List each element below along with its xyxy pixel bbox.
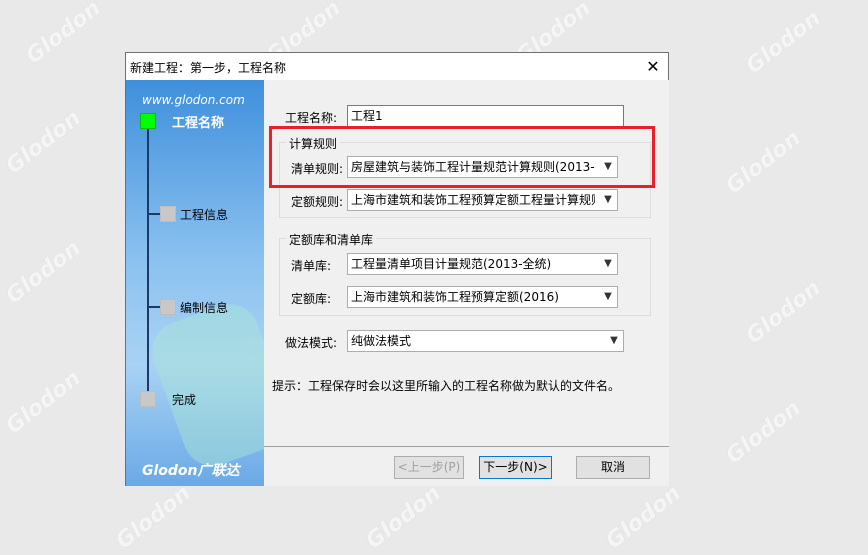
watermark: Glodon (21, 0, 106, 70)
list-lib-select[interactable]: 工程量清单项目计量规范(2013-全统) ▼ (347, 253, 618, 275)
mode-select[interactable]: 纯做法模式 ▼ (347, 330, 624, 352)
step-indicator-finish (140, 391, 156, 407)
quota-rules-select[interactable]: 上海市建筑和装饰工程预算定额工程量计算规则 ▼ (347, 189, 618, 211)
watermark: Glodon (1, 365, 86, 440)
mode-label: 做法模式: (285, 336, 338, 350)
step-connector (147, 117, 149, 397)
prev-button[interactable]: <上一步(P) (394, 456, 464, 479)
watermark: Glodon (741, 275, 826, 350)
new-project-dialog: 新建工程：第一步，工程名称 ✕ www.glodon.com 工程名称 工程信息… (125, 52, 669, 486)
title-bar[interactable]: 新建工程：第一步，工程名称 ✕ (126, 53, 668, 80)
step-connector (147, 306, 161, 308)
step-connector (147, 213, 161, 215)
quota-lib-select[interactable]: 上海市建筑和装饰工程预算定额(2016) ▼ (347, 286, 618, 308)
step-label-project-info: 工程信息 (180, 208, 229, 222)
chevron-down-icon[interactable]: ▼ (605, 331, 623, 351)
dialog-title: 新建工程：第一步，工程名称 (130, 61, 287, 75)
watermark: Glodon (361, 480, 446, 555)
site-url: www.glodon.com (142, 93, 245, 107)
chevron-down-icon[interactable]: ▼ (599, 287, 617, 307)
chevron-down-icon[interactable]: ▼ (599, 254, 617, 274)
brand-logo: Glodon广联达 (142, 463, 240, 479)
wizard-sidebar: www.glodon.com 工程名称 工程信息 编制信息 完成 Glodon广… (126, 80, 264, 486)
footer-divider (264, 446, 669, 447)
step-label-finish: 完成 (172, 393, 197, 407)
quota-rules-value: 上海市建筑和装饰工程预算定额工程量计算规则 (351, 193, 595, 207)
cancel-button[interactable]: 取消 (576, 456, 650, 479)
watermark: Glodon (721, 125, 806, 200)
watermark: Glodon (601, 480, 686, 555)
hint-text: 提示：工程保存时会以这里所输入的工程名称做为默认的文件名。 (272, 379, 621, 393)
list-lib-value: 工程量清单项目计量规范(2013-全统) (351, 257, 552, 271)
quota-rules-label: 定额规则: (291, 195, 344, 209)
mode-value: 纯做法模式 (351, 334, 412, 348)
logo-watermark-shape (143, 295, 264, 475)
quota-lib-label: 定额库: (291, 292, 332, 306)
libs-group-title: 定额库和清单库 (286, 231, 377, 248)
step-label-compile-info: 编制信息 (180, 301, 229, 315)
step-indicator-compile-info (160, 299, 176, 315)
chevron-down-icon[interactable]: ▼ (599, 190, 617, 210)
watermark: Glodon (111, 480, 196, 555)
watermark: Glodon (721, 395, 806, 470)
step-indicator-project-name (140, 113, 156, 129)
next-button[interactable]: 下一步(N)> (479, 456, 552, 479)
quota-lib-value: 上海市建筑和装饰工程预算定额(2016) (351, 290, 559, 304)
close-icon[interactable]: ✕ (638, 53, 668, 80)
watermark: Glodon (741, 5, 826, 80)
project-name-label: 工程名称: (285, 111, 338, 125)
watermark: Glodon (1, 235, 86, 310)
watermark: Glodon (1, 105, 86, 180)
step-label-project-name: 工程名称 (172, 116, 225, 131)
project-name-input[interactable]: 工程1 (347, 105, 624, 127)
list-lib-label: 清单库: (291, 259, 332, 273)
highlight-box (269, 126, 655, 188)
step-indicator-project-info (160, 206, 176, 222)
